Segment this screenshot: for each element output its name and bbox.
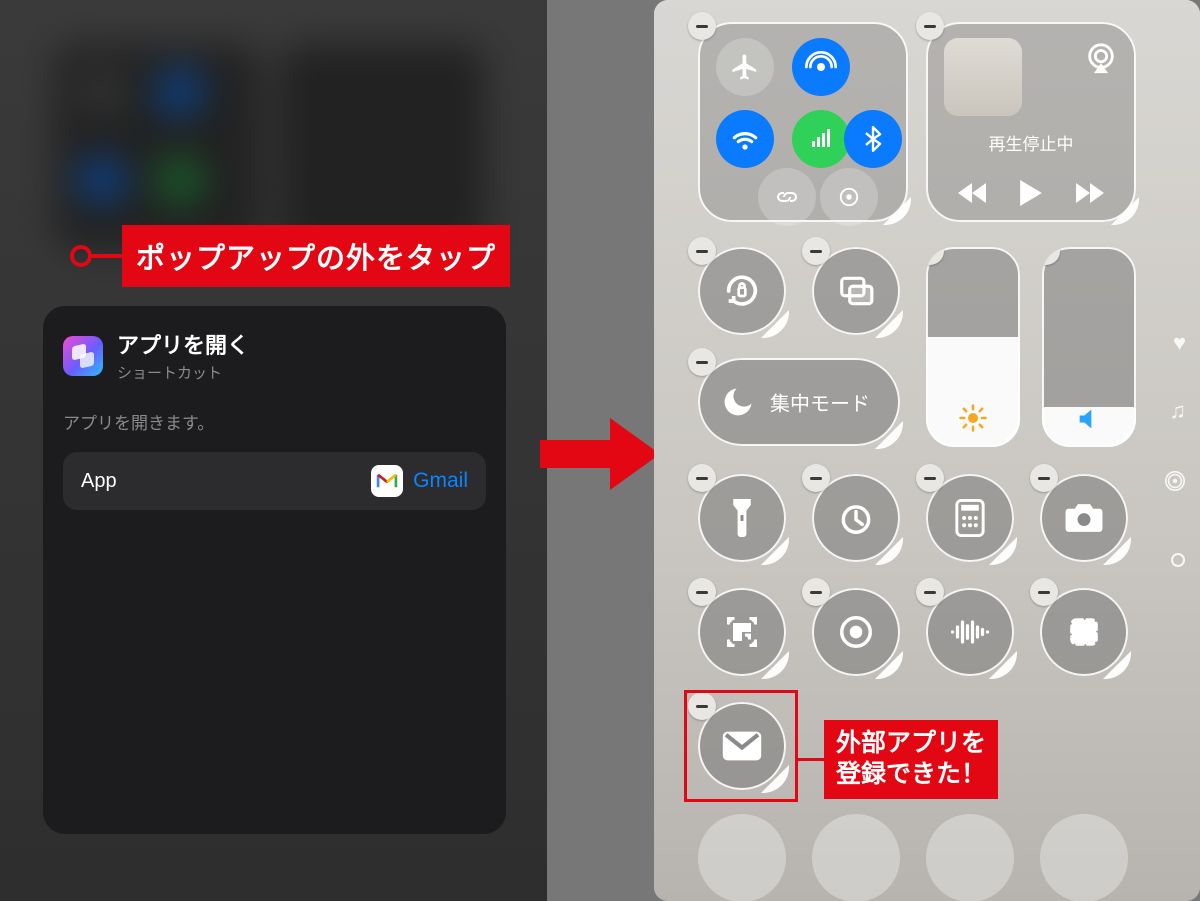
shortcut-config-popup[interactable]: アプリを開く ショートカット アプリを開きます。 App Gmail xyxy=(43,306,506,834)
forward-button[interactable] xyxy=(1076,183,1104,203)
popup-title: アプリを開く xyxy=(117,328,249,360)
remove-badge[interactable] xyxy=(916,12,944,40)
volume-slider[interactable] xyxy=(1042,247,1136,447)
resize-handle[interactable] xyxy=(761,310,789,338)
empty-slot[interactable] xyxy=(812,814,900,901)
remove-badge[interactable] xyxy=(802,237,830,265)
rewind-button[interactable] xyxy=(958,183,986,203)
favorites-heart-icon[interactable]: ♥ xyxy=(1173,330,1186,356)
remove-badge[interactable] xyxy=(688,237,716,265)
sound-recognition-button[interactable] xyxy=(926,588,1014,676)
remove-badge[interactable] xyxy=(802,578,830,606)
calculator-button[interactable] xyxy=(926,474,1014,562)
play-button[interactable] xyxy=(1020,180,1042,206)
resize-handle[interactable] xyxy=(875,651,903,679)
empty-slot[interactable] xyxy=(698,814,786,901)
airplay-icon[interactable] xyxy=(1084,42,1118,76)
remove-badge[interactable] xyxy=(688,578,716,606)
callout-right-line1: 外部アプリを xyxy=(836,728,986,759)
remove-badge[interactable] xyxy=(916,578,944,606)
screen-record-button[interactable] xyxy=(812,588,900,676)
vpn-button[interactable] xyxy=(820,168,878,226)
popup-description: アプリを開きます。 xyxy=(63,409,486,434)
shortcuts-app-icon xyxy=(63,336,103,376)
transition-arrow-icon xyxy=(540,412,660,496)
rotation-lock-button[interactable] xyxy=(698,247,786,335)
camera-button[interactable] xyxy=(1040,474,1128,562)
resize-handle[interactable] xyxy=(875,537,903,565)
airplane-mode-button[interactable] xyxy=(716,38,774,96)
volume-speaker-icon xyxy=(1075,405,1103,433)
resize-handle[interactable] xyxy=(1103,651,1131,679)
remove-badge[interactable] xyxy=(1030,578,1058,606)
resize-handle[interactable] xyxy=(875,421,903,449)
gmail-icon xyxy=(371,465,403,497)
remove-badge[interactable] xyxy=(916,464,944,492)
personal-hotspot-button[interactable] xyxy=(758,168,816,226)
callout-text: ポップアップの外をタップ xyxy=(122,225,510,287)
callout-right-line2: 登録できた！ xyxy=(836,759,986,790)
airdrop-button[interactable] xyxy=(792,38,850,96)
callout-tap-outside: ポップアップの外をタップ xyxy=(70,225,510,287)
qr-scan-button[interactable] xyxy=(698,588,786,676)
resize-handle[interactable] xyxy=(883,197,911,225)
focus-label: 集中モード xyxy=(770,388,870,417)
media-status-label: 再生停止中 xyxy=(926,130,1136,155)
resize-handle[interactable] xyxy=(761,651,789,679)
remove-badge[interactable] xyxy=(1042,247,1060,265)
resize-handle[interactable] xyxy=(875,310,903,338)
media-playback-group[interactable]: 再生停止中 xyxy=(926,22,1136,222)
highlight-gmail-box xyxy=(684,690,798,802)
callout-marker-icon xyxy=(70,245,92,267)
cellular-button[interactable] xyxy=(792,110,850,168)
right-screenshot-control-center-edit: 再生停止中 xyxy=(654,0,1200,901)
wifi-button[interactable] xyxy=(716,110,774,168)
remove-badge[interactable] xyxy=(688,464,716,492)
callout-registered: 外部アプリを 登録できた！ xyxy=(798,720,998,799)
crop-button[interactable] xyxy=(1040,588,1128,676)
focus-moon-icon xyxy=(720,384,756,420)
connectivity-group[interactable] xyxy=(698,22,908,222)
resize-handle[interactable] xyxy=(989,651,1017,679)
left-screenshot: ポップアップの外をタップ アプリを開く ショートカット アプリを開きます。 Ap… xyxy=(0,0,547,901)
screen-mirroring-button[interactable] xyxy=(812,247,900,335)
popup-subtitle: ショートカット xyxy=(117,362,249,383)
remove-badge[interactable] xyxy=(926,247,944,265)
resize-handle[interactable] xyxy=(989,537,1017,565)
flashlight-button[interactable] xyxy=(698,474,786,562)
favorites-music-icon[interactable]: ♫ xyxy=(1170,398,1187,424)
empty-slot[interactable] xyxy=(926,814,1014,901)
app-selector-row[interactable]: App Gmail xyxy=(63,452,486,510)
media-artwork xyxy=(944,38,1022,116)
brightness-slider[interactable] xyxy=(926,247,1020,447)
remove-badge[interactable] xyxy=(802,464,830,492)
focus-mode-button[interactable]: 集中モード xyxy=(698,358,900,446)
selected-app-name[interactable]: Gmail xyxy=(413,469,468,493)
resize-handle[interactable] xyxy=(1103,537,1131,565)
app-row-label: App xyxy=(81,470,117,493)
timer-button[interactable] xyxy=(812,474,900,562)
remove-badge[interactable] xyxy=(688,348,716,376)
remove-badge[interactable] xyxy=(1030,464,1058,492)
resize-handle[interactable] xyxy=(761,537,789,565)
empty-slot[interactable] xyxy=(1040,814,1128,901)
brightness-sun-icon xyxy=(958,403,988,433)
remove-badge[interactable] xyxy=(688,12,716,40)
bluetooth-button[interactable] xyxy=(844,110,902,168)
favorites-dot-icon[interactable] xyxy=(1170,548,1186,574)
favorites-broadcast-icon[interactable] xyxy=(1164,470,1186,498)
